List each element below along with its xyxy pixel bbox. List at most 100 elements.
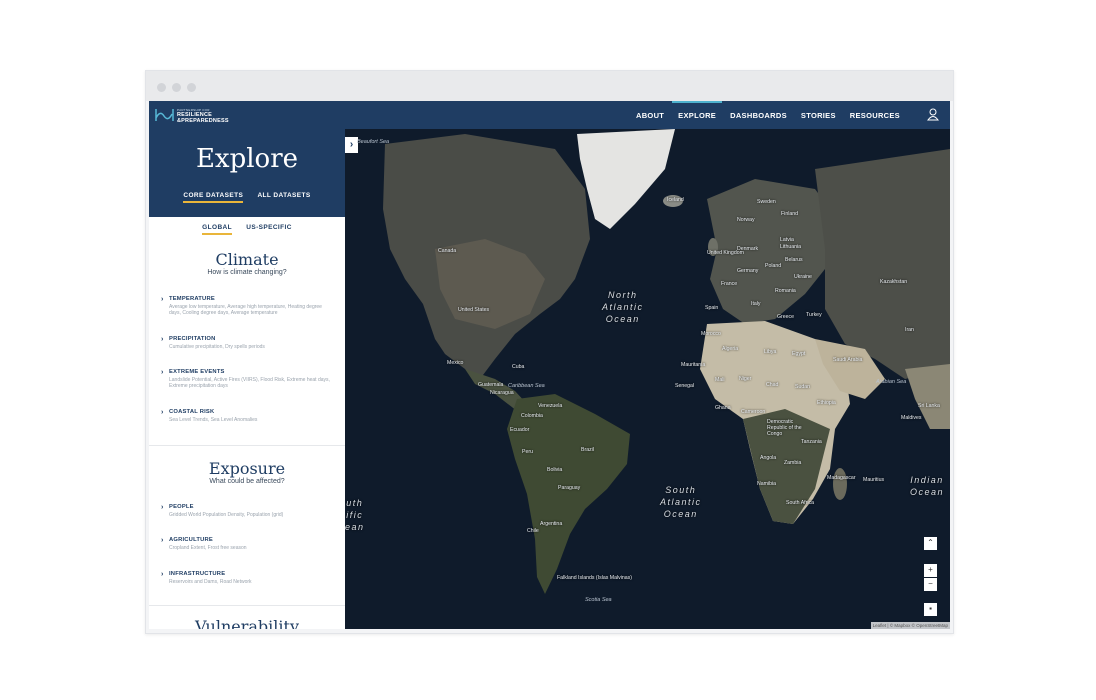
- item-desc: Cropland Extent, Frost free season: [169, 545, 247, 551]
- item-title: PRECIPITATION: [169, 336, 216, 342]
- item-desc: Sea Level Trends, Sea Level Anomalies: [169, 417, 258, 423]
- nav-explore[interactable]: EXPLORE: [671, 101, 723, 129]
- window-dot: [187, 83, 196, 92]
- item-title: INFRASTRUCTURE: [169, 571, 226, 577]
- place-label: Libya: [764, 349, 777, 355]
- place-label: Democratic Republic of the Congo: [767, 419, 802, 437]
- place-label: Peru: [522, 449, 533, 455]
- section-subtitle: How is climate changing?: [207, 269, 287, 276]
- place-label: Norway: [737, 217, 755, 223]
- section-subtitle: What could be affected?: [209, 478, 285, 485]
- chevron-right-icon: ›: [161, 336, 164, 343]
- place-label: Colombia: [521, 413, 543, 419]
- ocean-label-indian: Indian Ocean: [910, 475, 945, 497]
- item-title: PEOPLE: [169, 504, 194, 510]
- place-label: Lithuania: [780, 244, 802, 250]
- dataset-tabs: CORE DATASETS ALL DATASETS: [149, 192, 345, 203]
- place-label: Spain: [705, 305, 719, 311]
- climate-section: Climate How is climate changing?: [149, 250, 345, 276]
- world-map[interactable]: › North Atlantic Ocean South Atlantic Oc…: [345, 129, 950, 629]
- place-label: Latvia: [780, 237, 794, 243]
- tab-global[interactable]: GLOBAL: [202, 224, 233, 235]
- window-dot: [157, 83, 166, 92]
- item-desc: Landslide Potential, Active Fires (VIIRS…: [169, 377, 330, 390]
- section-divider: [149, 445, 345, 446]
- place-label: Romania: [775, 288, 796, 294]
- nav-dashboards[interactable]: DASHBOARDS: [723, 101, 794, 129]
- place-label: Cameroon: [741, 409, 766, 415]
- place-label: Sudan: [795, 384, 811, 390]
- place-label: Nicaragua: [490, 390, 514, 396]
- place-label: Paraguay: [558, 485, 581, 491]
- place-label: Algeria: [722, 346, 739, 352]
- place-label: United Kingdom: [707, 250, 744, 256]
- place-label: Egypt: [792, 351, 806, 357]
- place-label: Ukraine: [794, 274, 812, 280]
- place-label: Tanzania: [801, 439, 822, 445]
- section-title-vulnerability: Vulnerability: [195, 617, 299, 629]
- place-label: Kazakhstan: [880, 279, 908, 285]
- scope-tabs: GLOBAL US-SPECIFIC: [149, 224, 345, 235]
- place-label: Namibia: [757, 481, 777, 487]
- map-basemap[interactable]: [345, 129, 950, 629]
- place-label: Ethiopia: [817, 400, 836, 406]
- place-label: Senegal: [675, 383, 695, 389]
- section-title: Climate: [215, 250, 279, 269]
- zoom-in-button[interactable]: +: [924, 564, 937, 577]
- place-label: Finland: [781, 211, 799, 217]
- place-label: Mauritius: [863, 477, 885, 483]
- place-label: Poland: [765, 263, 782, 269]
- place-label: Guatemala: [478, 382, 504, 388]
- locate-icon[interactable]: ⌃: [924, 537, 937, 550]
- place-label: Mexico: [447, 360, 464, 366]
- section-divider: [149, 605, 345, 606]
- place-label: Greece: [777, 314, 795, 320]
- user-icon[interactable]: [927, 108, 939, 121]
- chevron-right-icon: ›: [161, 369, 164, 376]
- browser-window: PARTNERSHIP FOR RESILIENCE &PREPAREDNESS…: [145, 70, 954, 634]
- sidebar: Explore CORE DATASETS ALL DATASETS GLOBA…: [149, 129, 345, 629]
- item-desc: Reservoirs and Dams, Road Network: [169, 579, 252, 585]
- item-desc: Cumulative precipitation, Dry spells per…: [169, 344, 265, 350]
- nav-stories[interactable]: STORIES: [794, 101, 843, 129]
- map-attribution[interactable]: Leaflet | © Mapbox © OpenStreetMap: [870, 622, 950, 629]
- place-label: Angola: [760, 455, 777, 461]
- place-label: Iran: [905, 327, 914, 333]
- place-label: Argentina: [540, 521, 563, 527]
- place-label: Mauritania: [681, 362, 706, 368]
- layers-icon[interactable]: ▪: [924, 603, 937, 616]
- nav-about[interactable]: ABOUT: [629, 101, 671, 129]
- place-label: Cuba: [512, 364, 525, 370]
- item-desc: Average low temperature, Average high te…: [169, 304, 322, 317]
- place-label: Canada: [438, 248, 457, 254]
- tab-core-datasets[interactable]: CORE DATASETS: [183, 192, 244, 203]
- zoom-out-button[interactable]: −: [924, 578, 937, 591]
- place-label: United States: [458, 307, 490, 313]
- brand-logo[interactable]: PARTNERSHIP FOR RESILIENCE &PREPAREDNESS: [155, 108, 243, 124]
- item-title: COASTAL RISK: [169, 409, 215, 415]
- section-title: Exposure: [208, 459, 286, 478]
- chevron-right-icon: ›: [161, 504, 164, 511]
- app: PARTNERSHIP FOR RESILIENCE &PREPAREDNESS…: [149, 101, 950, 629]
- place-label: Sri Lanka: [918, 403, 940, 409]
- tab-us-specific[interactable]: US-SPECIFIC: [246, 224, 292, 233]
- place-label: Morocco: [701, 331, 721, 337]
- place-label: South Africa: [786, 500, 814, 506]
- sea-label: Scotia Sea: [585, 597, 612, 603]
- place-label: Ecuador: [510, 427, 530, 433]
- tab-all-datasets[interactable]: ALL DATASETS: [257, 192, 310, 201]
- place-label: Italy: [751, 301, 761, 307]
- place-label: Germany: [737, 268, 759, 274]
- place-label: France: [721, 281, 738, 287]
- place-label: Brazil: [581, 447, 594, 453]
- ocean-label-pacific: uth ific ean: [345, 498, 365, 532]
- item-title: AGRICULTURE: [169, 537, 213, 543]
- chevron-right-icon: ›: [161, 409, 164, 416]
- chevron-right-icon: ›: [161, 296, 164, 303]
- nav-menu: ABOUT EXPLORE DASHBOARDS STORIES RESOURC…: [629, 101, 907, 129]
- ocean-label-south-atlantic: South Atlantic Ocean: [660, 485, 702, 519]
- nav-resources[interactable]: RESOURCES: [843, 101, 907, 129]
- place-label: Mali: [715, 377, 725, 383]
- place-label: Madagascar: [827, 475, 856, 481]
- chevron-right-icon: ›: [161, 537, 164, 544]
